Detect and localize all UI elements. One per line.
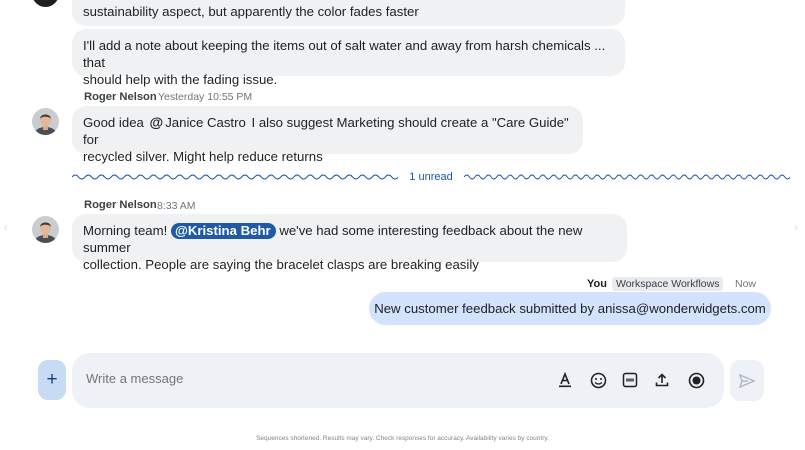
app-badge[interactable]: Workspace Workflows [612, 277, 724, 291]
message-time: 8:33 AM [157, 200, 196, 212]
message-composer [72, 353, 724, 408]
mention-kristina-behr[interactable]: @Kristina Behr [170, 223, 276, 239]
gif-icon[interactable] [620, 370, 640, 390]
sender-name[interactable]: Roger Nelson [84, 199, 157, 211]
avatar-roger-nelson[interactable] [32, 108, 59, 135]
plus-icon: + [46, 369, 58, 390]
send-button[interactable] [730, 360, 764, 401]
emoji-icon[interactable] [588, 370, 608, 390]
message-input[interactable] [86, 371, 386, 386]
unread-label: 1 unread [409, 171, 453, 183]
upload-icon[interactable] [652, 370, 672, 390]
mention-janice-castro[interactable]: @ Janice Castro [150, 114, 246, 131]
message-bubble-followup: I'll add a note about keeping the items … [72, 29, 625, 87]
self-message-bubble: New customer feedback submitted by aniss… [369, 292, 771, 325]
self-sender-label: You [587, 278, 607, 290]
message-text-pre: Morning team! [83, 223, 168, 238]
format-text-icon[interactable] [555, 370, 575, 390]
message-text-line1: I'll add a note about keeping the items … [83, 38, 606, 70]
message-text-line2: recycled silver. Might help reduce retur… [83, 149, 323, 164]
message-bubble-roger-1: Good idea @ Janice Castro I also suggest… [72, 106, 583, 164]
message-time: Now [735, 278, 757, 290]
sender-name[interactable]: Roger Nelson [84, 91, 157, 103]
record-icon[interactable] [686, 370, 706, 390]
add-attachment-button[interactable]: + [38, 360, 66, 400]
avatar-top[interactable] [32, 0, 59, 7]
message-text-pre: Good idea [83, 115, 144, 130]
unread-divider: 1 unread [72, 168, 790, 186]
message-bubble-previous: sustainability aspect, but apparently th… [72, 0, 625, 26]
send-icon [739, 373, 755, 388]
wave-line-left [72, 174, 399, 180]
message-text: sustainability aspect, but apparently th… [83, 4, 419, 19]
self-message-text: New customer feedback submitted by aniss… [374, 301, 766, 316]
footer-disclaimer: Sequences shortened. Results may vary. C… [256, 435, 549, 442]
message-time: Yesterday 10:55 PM [158, 91, 253, 103]
wave-line-right [463, 174, 790, 180]
message-text-line2: should help with the fading issue. [83, 72, 278, 87]
mention-name: Janice Castro [165, 115, 246, 130]
chevron-right-icon[interactable]: › [794, 220, 798, 234]
chevron-left-icon[interactable]: ‹ [4, 220, 8, 234]
message-bubble-roger-2: Morning team! @Kristina Behr we've had s… [72, 214, 627, 272]
mention-name: Kristina Behr [187, 223, 271, 238]
message-text-line2: collection. People are saying the bracel… [83, 257, 479, 272]
avatar-roger-nelson[interactable] [32, 216, 59, 243]
at-icon: @ [149, 114, 164, 130]
